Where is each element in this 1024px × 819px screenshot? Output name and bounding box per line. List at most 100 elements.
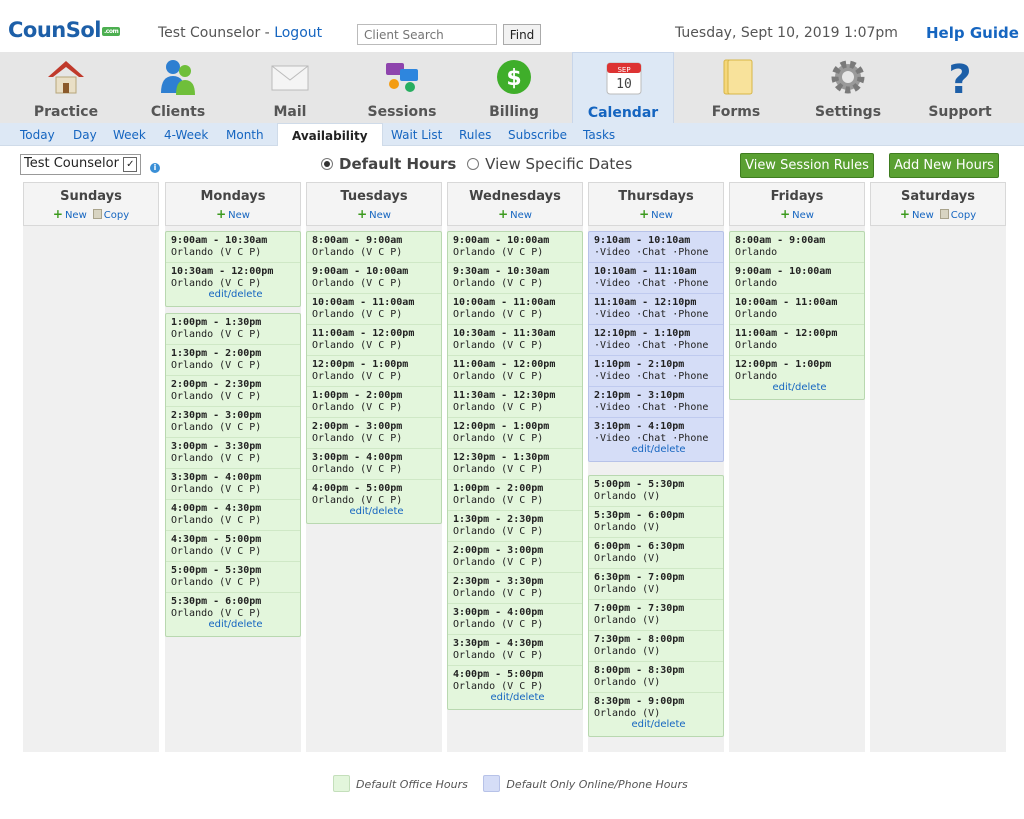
slot-location: Orlando — [735, 371, 778, 382]
client-search-input[interactable] — [357, 24, 497, 45]
time-slot: 9:00am - 10:00am Orlando — [730, 263, 864, 294]
time-slot: 9:00am - 10:30am Orlando (V C P) — [166, 232, 300, 263]
nav-support-label: Support — [928, 104, 992, 120]
new-link[interactable]: + New — [53, 207, 87, 221]
add-new-hours-button[interactable]: Add New Hours — [889, 153, 999, 178]
slot-time: 9:00am - 10:00am — [312, 266, 409, 277]
nav-billing[interactable]: $ Billing — [458, 52, 570, 123]
time-slot: 5:00pm - 5:30pm Orlando (V C P) — [166, 562, 300, 593]
office-hours-legend: Default Office Hours — [356, 778, 468, 791]
slot-location: Orlando (V C P) — [453, 557, 544, 568]
slot-location: Orlando (V) — [594, 615, 661, 626]
subnav-wait-list[interactable]: Wait List — [391, 128, 442, 142]
edit-delete-link[interactable]: edit/delete — [312, 506, 441, 519]
subnav-4-week[interactable]: 4-Week — [164, 128, 208, 142]
copy-link[interactable]: Copy — [934, 209, 976, 221]
subnav-availability[interactable]: Availability — [277, 123, 383, 146]
new-link[interactable]: + New — [639, 207, 673, 221]
logout-link[interactable]: Logout — [274, 25, 322, 41]
time-slot: 2:10pm - 3:10pm ·Video ·Chat ·Phone — [589, 387, 723, 418]
info-icon[interactable]: i — [150, 163, 160, 173]
new-link[interactable]: + New — [357, 207, 391, 221]
time-slot: 1:10pm - 2:10pm ·Video ·Chat ·Phone — [589, 356, 723, 387]
slot-time: 8:00am - 9:00am — [735, 235, 826, 246]
subnav-day[interactable]: Day — [73, 128, 97, 142]
slot-time: 7:00pm - 7:30pm — [594, 603, 685, 614]
find-button[interactable]: Find — [503, 24, 541, 45]
time-slot: 8:30pm - 9:00pm Orlando (V) edit/delete — [589, 693, 723, 736]
subnav-today[interactable]: Today — [20, 128, 55, 142]
subnav-subscribe[interactable]: Subscribe — [508, 128, 567, 142]
time-slot: 12:10pm - 1:10pm ·Video ·Chat ·Phone — [589, 325, 723, 356]
slot-location: Orlando (V C P) — [453, 278, 544, 289]
edit-delete-link[interactable]: edit/delete — [171, 289, 300, 302]
default-hours-radio[interactable]: Default Hours — [321, 155, 456, 173]
slot-location: Orlando (V C P) — [453, 340, 544, 351]
slot-time: 5:30pm - 6:00pm — [594, 510, 685, 521]
nav-forms[interactable]: Forms — [680, 52, 792, 123]
subnav-week[interactable]: Week — [113, 128, 146, 142]
time-slot: 2:30pm - 3:30pm Orlando (V C P) — [448, 573, 582, 604]
edit-delete-link[interactable]: edit/delete — [453, 692, 582, 705]
time-slot: 3:30pm - 4:30pm Orlando (V C P) — [448, 635, 582, 666]
counselor-name: Test Counselor - — [158, 25, 275, 41]
copy-link[interactable]: Copy — [87, 209, 129, 221]
nav-mail[interactable]: Mail — [234, 52, 346, 123]
counselor-select[interactable]: Test Counselor ✓ — [20, 154, 142, 175]
day-label: Thursdays — [618, 189, 694, 204]
slot-time: 10:30am - 11:30am — [453, 328, 556, 339]
edit-delete-link[interactable]: edit/delete — [171, 619, 300, 632]
time-slot: 12:00pm - 1:00pm Orlando edit/delete — [730, 356, 864, 399]
time-slot: 10:30am - 11:30am Orlando (V C P) — [448, 325, 582, 356]
slot-time: 9:00am - 10:30am — [171, 235, 268, 246]
copy-icon — [939, 209, 949, 219]
time-slot: 9:30am - 10:30am Orlando (V C P) — [448, 263, 582, 294]
monday-afternoon-group: 1:00pm - 1:30pm Orlando (V C P) 1:30pm - 2… — [165, 313, 301, 637]
view-session-rules-button[interactable]: View Session Rules — [740, 153, 874, 178]
slot-location: Orlando (V) — [594, 708, 661, 719]
subnav-rules[interactable]: Rules — [459, 128, 491, 142]
edit-delete-link[interactable]: edit/delete — [735, 382, 864, 395]
nav-settings[interactable]: Settings — [792, 52, 904, 123]
time-slot: 1:00pm - 1:30pm Orlando (V C P) — [166, 314, 300, 345]
slot-location: Orlando — [735, 247, 778, 258]
monday-header: Mondays + New — [165, 182, 301, 226]
nav-calendar[interactable]: SEP 10 Calendar — [572, 52, 674, 123]
nav-support[interactable]: ? Support — [904, 52, 1016, 123]
counsol-logo[interactable]: CounSol .com — [8, 18, 121, 42]
slot-time: 9:00am - 10:00am — [735, 266, 832, 277]
calendar-subnav: Today Day Week 4-Week Month Availability… — [0, 123, 1024, 146]
slot-location: Orlando (V C P) — [171, 278, 262, 289]
house-icon — [48, 61, 84, 94]
edit-delete-link[interactable]: edit/delete — [594, 719, 723, 732]
new-link[interactable]: + New — [780, 207, 814, 221]
time-slot: 10:30am - 12:00pm Orlando (V C P) edit/del… — [166, 263, 300, 306]
day-label: Wednesdays — [469, 189, 561, 204]
new-link[interactable]: + New — [900, 207, 934, 221]
edit-delete-link[interactable]: edit/delete — [594, 444, 723, 457]
nav-practice[interactable]: Practice — [10, 52, 122, 123]
wednesday-header: Wednesdays + New — [447, 182, 583, 226]
slot-time: 12:00pm - 1:00pm — [312, 359, 409, 370]
slot-location: Orlando (V C P) — [453, 371, 544, 382]
slot-time: 6:30pm - 7:00pm — [594, 572, 685, 583]
nav-clients[interactable]: Clients — [122, 52, 234, 123]
monday-morning-group: 9:00am - 10:30am Orlando (V C P) 10:30am -… — [165, 231, 301, 307]
slot-location: Orlando (V C P) — [453, 495, 544, 506]
subnav-tasks[interactable]: Tasks — [583, 128, 615, 142]
new-link[interactable]: + New — [498, 207, 532, 221]
slot-location: Orlando (V C P) — [312, 278, 403, 289]
time-slot: 5:00pm - 5:30pm Orlando (V) — [589, 476, 723, 507]
subnav-month[interactable]: Month — [226, 128, 264, 142]
slot-location: ·Video ·Chat ·Phone — [594, 433, 709, 444]
time-slot: 11:00am - 12:00pm Orlando (V C P) — [307, 325, 441, 356]
new-link[interactable]: + New — [216, 207, 250, 221]
help-guide-link[interactable]: Help Guide — [926, 24, 1019, 42]
nav-sessions[interactable]: Sessions — [346, 52, 458, 123]
slot-time: 2:10pm - 3:10pm — [594, 390, 685, 401]
specific-dates-radio[interactable]: View Specific Dates — [467, 155, 632, 173]
saturday-column — [870, 226, 1006, 752]
tuesday-group: 8:00am - 9:00am Orlando (V C P) 9:00am - 1… — [306, 231, 442, 524]
slot-time: 10:10am - 11:10am — [594, 266, 697, 277]
time-slot: 11:10am - 12:10pm ·Video ·Chat ·Phone — [589, 294, 723, 325]
